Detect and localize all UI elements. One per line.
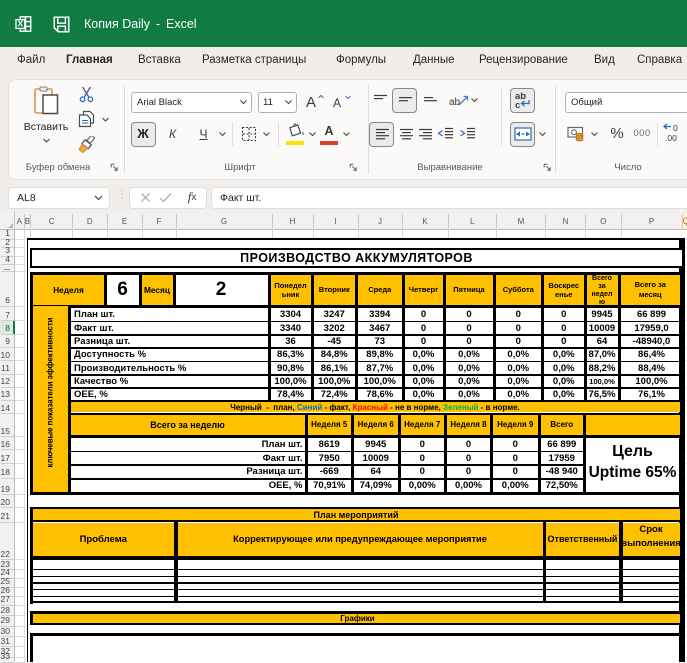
svg-text:.00: .00 bbox=[665, 133, 677, 143]
svg-text:0: 0 bbox=[673, 123, 678, 133]
svg-text:А: А bbox=[306, 94, 316, 111]
svg-text:c: c bbox=[515, 100, 520, 110]
svg-text:X: X bbox=[17, 19, 23, 29]
svg-text:А: А bbox=[333, 96, 341, 110]
svg-text:ab: ab bbox=[449, 97, 461, 108]
